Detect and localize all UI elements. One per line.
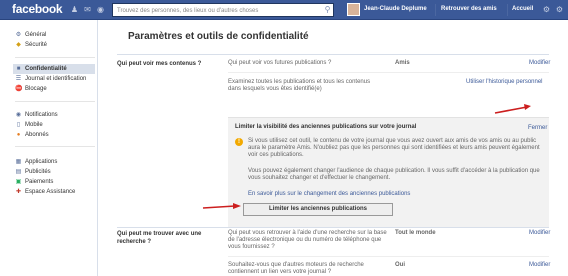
sidebar-item-followers[interactable]: ● Abonnés: [15, 130, 58, 140]
help-icon: ✚: [15, 189, 22, 195]
row-divider: [228, 72, 549, 73]
button-arrow-icon: [202, 203, 241, 209]
divider: [507, 4, 508, 16]
avatar[interactable]: [347, 3, 360, 16]
row-divider: [228, 256, 549, 257]
facebook-logo[interactable]: facebook: [12, 2, 63, 16]
apps-icon: ▦: [15, 159, 22, 165]
search-input[interactable]: Trouvez des personnes, des lieux ou d'au…: [112, 3, 334, 17]
learn-more-link[interactable]: En savoir plus sur le changement des anc…: [248, 191, 410, 197]
sidebar-item-timeline[interactable]: ☰ Journal et identification: [15, 74, 95, 84]
edit-future-posts-link[interactable]: Modifier: [529, 60, 550, 66]
settings-sidebar: ⚙ Général ◆ Sécurité ■ Confidentialité ☰ Jou…: [0, 20, 98, 276]
sidebar-item-apps[interactable]: ▦ Applications: [15, 157, 75, 167]
mobile-icon: ▯: [16, 122, 21, 128]
search-icon[interactable]: ⚲: [322, 4, 333, 15]
sidebar-separator: [15, 101, 95, 102]
messages-icon[interactable]: ✉: [83, 5, 92, 14]
rss-icon: ●: [16, 132, 21, 138]
payment-icon: ▣: [15, 179, 22, 185]
sidebar-item-support[interactable]: ✚ Espace Assistance: [15, 187, 75, 197]
sidebar-item-mobile[interactable]: ▯ Mobile: [15, 120, 58, 130]
panel-paragraph-1: Si vous utilisez cet outil, le contenu d…: [248, 138, 540, 158]
title-divider: [117, 54, 549, 55]
sidebar-separator: [15, 57, 95, 58]
lock-icon: ■: [16, 66, 21, 72]
home-link[interactable]: Accueil: [512, 6, 533, 12]
panel-title: Limiter la visibilité des anciennes publ…: [235, 124, 417, 130]
search-engines-value: Oui: [395, 262, 405, 268]
search-lookup-value: Tout le monde: [395, 230, 436, 236]
sidebar-group-account: ⚙ Général ◆ Sécurité: [15, 30, 47, 50]
shield-icon: ◆: [16, 42, 21, 48]
future-posts-question: Qui peut voir vos futures publications ?: [228, 60, 332, 66]
sidebar-group-privacy: ■ Confidentialité ☰ Journal et identificat…: [13, 64, 95, 94]
gear-icon: ⚙: [15, 32, 22, 38]
sidebar-item-privacy[interactable]: ■ Confidentialité: [13, 64, 95, 74]
close-panel-link[interactable]: Fermer: [528, 125, 547, 131]
sidebar-item-payments[interactable]: ▣ Paiements: [15, 177, 75, 187]
timeline-icon: ☰: [15, 76, 22, 82]
profile-link[interactable]: Jean-Claude Deplume: [364, 6, 427, 12]
review-posts-text: Examinez toutes les publications et tous…: [228, 79, 371, 92]
page-title: Paramètres et outils de confidentialité: [128, 31, 309, 42]
section-label-who-can-find: Qui peut me trouver avec une recherche ?: [117, 231, 202, 245]
section-divider: [117, 227, 549, 228]
sidebar-item-security[interactable]: ◆ Sécurité: [15, 40, 47, 50]
sidebar-group-apps: ▦ Applications ▤ Publicités ▣ Paiements ✚ Es…: [15, 157, 76, 197]
edit-search-engines-link[interactable]: Modifier: [529, 262, 550, 268]
divider: [435, 4, 436, 16]
find-friends-link[interactable]: Retrouver des amis: [441, 6, 497, 12]
privacy-shortcuts-icon[interactable]: ⚙: [542, 5, 551, 14]
globe-icon: ◉: [15, 112, 22, 118]
sidebar-separator: [15, 146, 95, 147]
sidebar-group-notifications: ◉ Notifications ▯ Mobile ● Abonnés: [15, 110, 58, 140]
search-lookup-question: Qui peut vous retrouver à l'aide d'une r…: [228, 230, 387, 250]
limit-past-posts-button[interactable]: Limiter les anciennes publications: [243, 203, 393, 216]
ads-icon: ▤: [15, 169, 22, 175]
edit-search-lookup-link[interactable]: Modifier: [529, 230, 550, 236]
warning-icon: !: [235, 138, 243, 146]
top-navigation-bar: facebook ♟ ✉ ◉ Trouvez des personnes, de…: [0, 0, 568, 20]
sidebar-item-general[interactable]: ⚙ Général: [15, 30, 47, 40]
panel-paragraph-2: Vous pouvez également changer l'audience…: [248, 168, 540, 181]
close-arrow-icon: [494, 104, 531, 114]
future-posts-value: Amis: [395, 60, 410, 66]
friend-requests-icon[interactable]: ♟: [70, 5, 79, 14]
notifications-icon[interactable]: ◉: [96, 5, 105, 14]
settings-gear-icon[interactable]: ⚙: [555, 5, 564, 14]
search-engines-question: Souhaitez-vous que d'autres moteurs de r…: [228, 262, 364, 275]
sidebar-item-notifications[interactable]: ◉ Notifications: [15, 110, 58, 120]
activity-log-link[interactable]: Utiliser l'historique personnel: [466, 79, 543, 85]
block-icon: ⛔: [15, 86, 23, 92]
notification-icons: ♟ ✉ ◉: [70, 5, 105, 14]
sidebar-item-blocking[interactable]: ⛔ Blocage: [15, 84, 95, 94]
sidebar-item-ads[interactable]: ▤ Publicités: [15, 167, 75, 177]
section-label-who-can-see: Qui peut voir mes contenus ?: [117, 61, 202, 67]
